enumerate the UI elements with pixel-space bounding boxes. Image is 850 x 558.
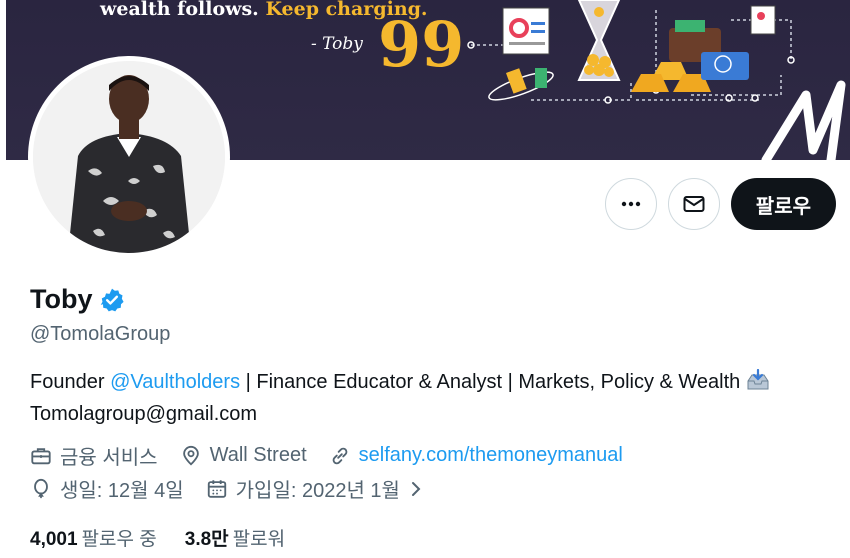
more-icon (621, 201, 640, 207)
category-label: 금융 서비스 (60, 447, 158, 469)
birthday-label: 생일: 12월 4일 (60, 480, 184, 502)
profile-avatar[interactable] (28, 56, 230, 258)
banner-finance-illustration (467, 0, 846, 160)
followers-label: 팔로워 (232, 529, 286, 550)
followers-count: 3.8만 (184, 529, 229, 550)
calendar-icon (207, 479, 226, 498)
joined-label: 가입일: 2022년 1월 (235, 480, 400, 502)
following-count: 4,001 (30, 529, 78, 550)
following-label: 팔로우 중 (81, 529, 157, 550)
bio-email: Tomolagroup@gmail.com (30, 403, 258, 425)
more-options-button[interactable] (604, 178, 657, 230)
website-link[interactable]: selfany.com/themoneymanual (359, 444, 623, 467)
display-name: Toby (30, 284, 93, 314)
balloon-icon (34, 478, 48, 498)
profile-website: selfany.com/themoneymanual (329, 444, 623, 467)
link-icon (332, 447, 347, 464)
profile-location: Wall Street (180, 444, 307, 467)
verified-badge-icon[interactable] (99, 287, 125, 313)
profile-stats: 4,001 팔로우 중 3.8만 팔로워 (30, 524, 285, 551)
profile-name-row: Toby (30, 284, 125, 315)
profile-handle: @TomolaGroup (30, 323, 171, 345)
location-label: Wall Street (209, 444, 307, 466)
bio-prefix: Founder (30, 371, 111, 393)
banner-signature: - Toby (311, 34, 363, 54)
location-pin-icon (182, 445, 199, 466)
following-stat[interactable]: 4,001 팔로우 중 (30, 524, 157, 551)
chevron-right-icon (411, 481, 421, 496)
profile-meta-row-1: 금융 서비스 Wall Street selfany.com/themoneym… (30, 441, 623, 470)
message-button[interactable] (667, 178, 720, 230)
profile-birthday: 생일: 12월 4일 (30, 474, 184, 503)
profile-category: 금융 서비스 (30, 441, 158, 470)
banner-quote-mark: 99 (378, 8, 465, 81)
profile-bio: Founder @Vaultholders | Finance Educator… (30, 368, 830, 429)
person-portrait-illustration (33, 61, 225, 253)
briefcase-icon (31, 447, 51, 464)
profile-actions: 팔로우 (604, 178, 836, 230)
bio-text: | Finance Educator & Analyst | Markets, … (240, 371, 741, 393)
follow-button[interactable]: 팔로우 (730, 178, 836, 230)
profile-meta-row-2: 생일: 12월 4일 가입일: 2022년 1월 (30, 474, 424, 503)
profile-joined[interactable]: 가입일: 2022년 1월 (206, 474, 424, 503)
envelope-icon (683, 196, 705, 212)
avatar-photo (33, 61, 225, 253)
inbox-tray-icon (746, 368, 770, 400)
bio-mention-link[interactable]: @Vaultholders (110, 371, 240, 393)
banner-tagline-white: wealth follows. (100, 0, 259, 20)
followers-stat[interactable]: 3.8만 팔로워 (185, 524, 285, 551)
